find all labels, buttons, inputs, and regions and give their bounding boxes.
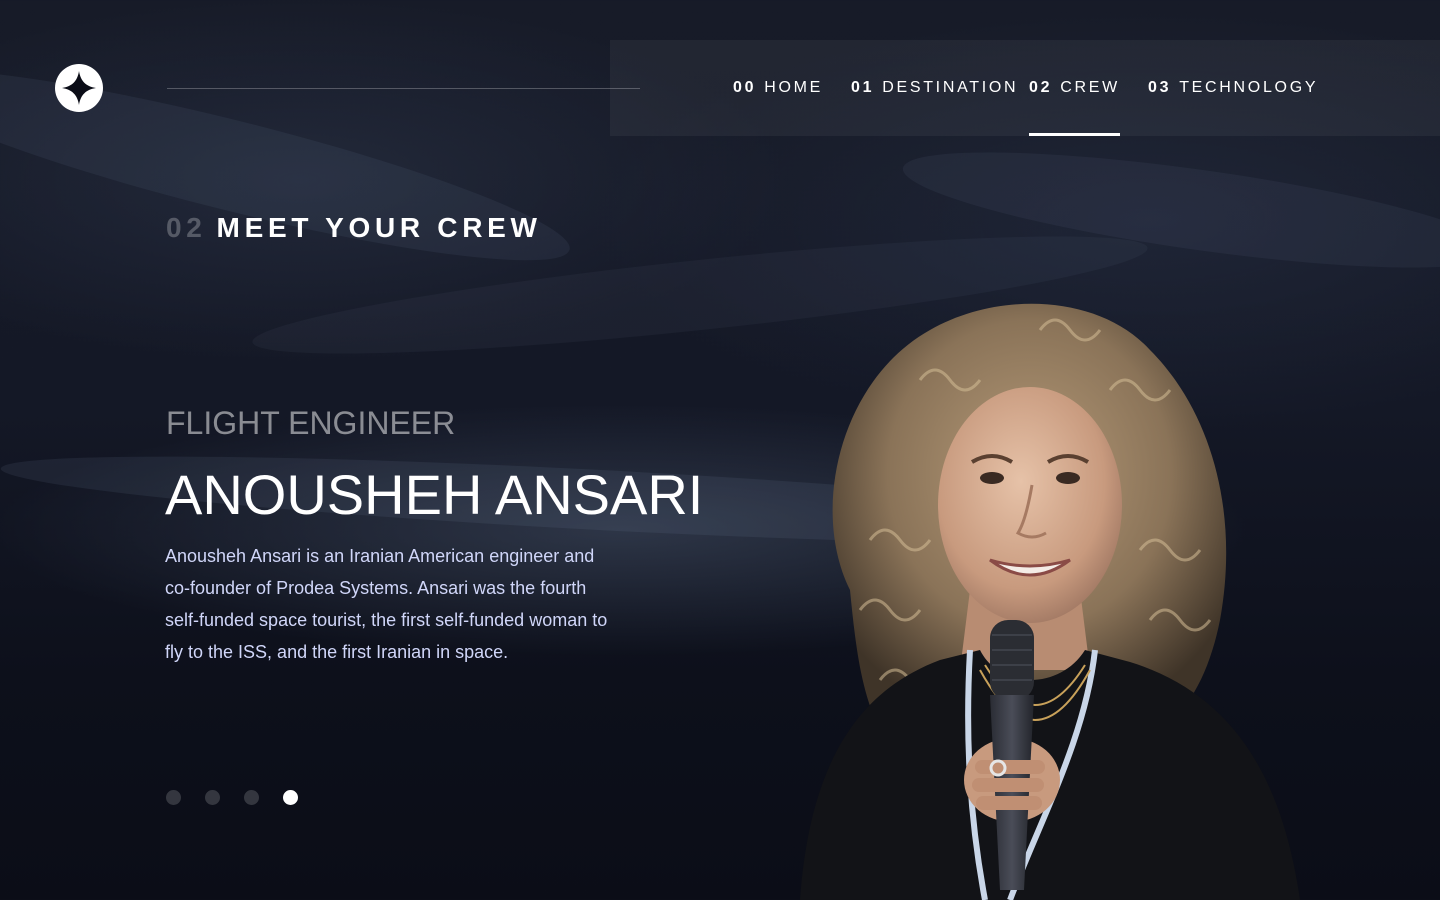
nav-technology[interactable]: 03 TECHNOLOGY	[1148, 40, 1318, 136]
star-icon	[62, 71, 96, 105]
nav-destination[interactable]: 01 DESTINATION	[851, 40, 1018, 136]
carousel-dot-2[interactable]	[205, 790, 220, 805]
page-title-text: MEET YOUR CREW	[216, 212, 542, 243]
logo[interactable]	[55, 64, 103, 112]
crew-portrait	[800, 303, 1300, 900]
carousel-dot-1[interactable]	[166, 790, 181, 805]
main-nav: 00 HOME 01 DESTINATION 02 CREW 03 TECHNO…	[610, 40, 1440, 136]
nav-crew[interactable]: 02 CREW	[1029, 40, 1120, 136]
carousel-dot-4[interactable]	[283, 790, 298, 805]
nav-crew-label: CREW	[1060, 79, 1120, 96]
nav-technology-num: 03	[1148, 79, 1172, 96]
crew-bio: Anousheh Ansari is an Iranian American e…	[165, 546, 608, 662]
page-title-number: 02	[166, 212, 207, 243]
nav-crew-num: 02	[1029, 79, 1053, 96]
carousel-dot-3[interactable]	[244, 790, 259, 805]
nav-home[interactable]: 00 HOME	[733, 40, 823, 136]
nav-home-label: HOME	[764, 79, 824, 96]
crew-role: FLIGHT ENGINEER	[166, 405, 456, 441]
crew-carousel-dots	[166, 790, 298, 805]
crew-name: ANOUSHEH ANSARI	[165, 463, 704, 526]
nav-destination-label: DESTINATION	[882, 79, 1019, 96]
nav-home-num: 00	[733, 79, 757, 96]
nav-destination-num: 01	[851, 79, 875, 96]
page-title: 02 MEET YOUR CREW	[166, 212, 542, 244]
header-divider	[167, 88, 640, 89]
nav-technology-label: TECHNOLOGY	[1179, 79, 1319, 96]
